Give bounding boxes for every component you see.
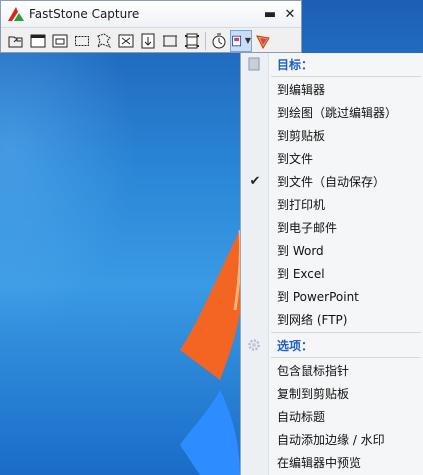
checkmark-icon: ✔ — [249, 173, 261, 189]
menu-item-to-email[interactable]: 到电子邮件 — [241, 216, 423, 238]
capture-rectangle-icon — [75, 35, 89, 46]
capture-fullscreen-button[interactable] — [115, 30, 137, 52]
menu-separator — [271, 357, 421, 358]
output-destination-button[interactable]: ▼ — [230, 29, 252, 52]
menu-item-to-paint[interactable]: 到绘图（跳过编辑器） — [241, 101, 423, 123]
menu-item-label: 到打印机 — [277, 197, 326, 212]
menu-item-auto-caption[interactable]: 自动标题 — [241, 405, 423, 427]
capture-window-button[interactable] — [27, 30, 49, 52]
menu-item-label: 自动添加边缘 / 水印 — [277, 432, 385, 447]
menu-item-auto-edge-watermark[interactable]: 自动添加边缘 / 水印 — [241, 428, 423, 450]
screen-recorder-icon — [185, 33, 199, 48]
menu-item-to-excel[interactable]: 到 Excel — [241, 262, 423, 284]
delay-timer-icon — [212, 33, 226, 48]
capture-freehand-icon — [97, 32, 112, 48]
menu-item-copy-to-clipboard[interactable]: 复制到剪贴板 — [241, 382, 423, 404]
menu-item-to-ftp[interactable]: 到网络 (FTP) — [241, 308, 423, 330]
capture-object-button[interactable] — [49, 30, 71, 52]
capture-fixed-region-button[interactable] — [159, 30, 181, 52]
capture-freehand-button[interactable] — [93, 30, 115, 52]
menu-item-preview-in-editor[interactable]: 在编辑器中预览 — [241, 451, 423, 473]
chevron-down-icon: ▼ — [244, 36, 251, 45]
menu-item-to-word[interactable]: 到 Word — [241, 239, 423, 261]
menu-item-to-powerpoint[interactable]: 到 PowerPoint — [241, 285, 423, 307]
output-destination-icon — [232, 35, 242, 46]
menu-item-to-editor[interactable]: 到编辑器 — [241, 78, 423, 100]
menu-item-label: 到 PowerPoint — [277, 289, 359, 304]
faststone-logo-icon — [8, 7, 24, 21]
menu-item-label: 到电子邮件 — [277, 220, 338, 235]
settings-icon — [256, 34, 270, 49]
open-file-icon — [8, 36, 23, 47]
menu-item-to-printer[interactable]: 到打印机 — [241, 193, 423, 215]
capture-scrolling-button[interactable] — [137, 30, 159, 52]
delay-timer-button[interactable] — [208, 30, 230, 52]
menu-item-label: 到剪贴板 — [277, 128, 326, 143]
title-bar[interactable]: FastStone Capture ▬ ✕ — [1, 1, 301, 28]
menu-item-label: 到 Excel — [277, 266, 325, 281]
menu-item-to-file-autosave[interactable]: ✔ 到文件（自动保存） — [241, 170, 423, 192]
output-destination-icon — [248, 57, 260, 71]
menu-item-to-clipboard[interactable]: 到剪贴板 — [241, 124, 423, 146]
gear-icon — [248, 339, 260, 351]
capture-rectangle-button[interactable] — [71, 30, 93, 52]
menu-separator — [271, 332, 421, 333]
faststone-toolbar-window: FastStone Capture ▬ ✕ ▼ — [0, 0, 302, 53]
output-destination-menu: 目标： 到编辑器 到绘图（跳过编辑器） 到剪贴板 到文件 ✔ 到文件（自动保存）… — [240, 53, 423, 475]
capture-fixed-region-icon — [163, 35, 177, 46]
capture-scrolling-icon — [141, 33, 155, 48]
minimize-button[interactable]: ▬ — [261, 5, 279, 23]
menu-item-label: 到文件（自动保存） — [277, 174, 386, 189]
menu-item-label: 自动标题 — [277, 409, 326, 424]
target-header-label: 目标： — [277, 57, 314, 72]
capture-object-icon — [52, 34, 68, 47]
settings-button[interactable] — [252, 30, 274, 52]
menu-header-options: 选项： — [241, 334, 423, 356]
capture-fullscreen-icon — [118, 34, 134, 47]
window-title: FastStone Capture — [29, 7, 140, 21]
menu-item-label: 到绘图（跳过编辑器） — [277, 105, 398, 120]
open-file-button[interactable] — [5, 30, 27, 52]
menu-item-label: 复制到剪贴板 — [277, 386, 350, 401]
capture-window-icon — [30, 34, 46, 47]
toolbar-separator — [205, 31, 206, 50]
menu-item-label: 包含鼠标指针 — [277, 363, 350, 378]
menu-item-label: 在编辑器中预览 — [277, 455, 362, 470]
capture-toolbar: ▼ — [1, 28, 301, 53]
close-button[interactable]: ✕ — [281, 5, 299, 23]
menu-item-include-cursor[interactable]: 包含鼠标指针 — [241, 359, 423, 381]
menu-item-label: 到文件 — [277, 151, 314, 166]
menu-item-label: 到 Word — [277, 243, 324, 258]
options-header-label: 选项： — [277, 338, 314, 353]
menu-header-target: 目标： — [241, 53, 423, 75]
menu-separator — [271, 76, 421, 77]
menu-item-label: 到网络 (FTP) — [277, 312, 348, 327]
menu-item-to-file[interactable]: 到文件 — [241, 147, 423, 169]
screen-recorder-button[interactable] — [181, 30, 203, 52]
menu-item-label: 到编辑器 — [277, 82, 326, 97]
